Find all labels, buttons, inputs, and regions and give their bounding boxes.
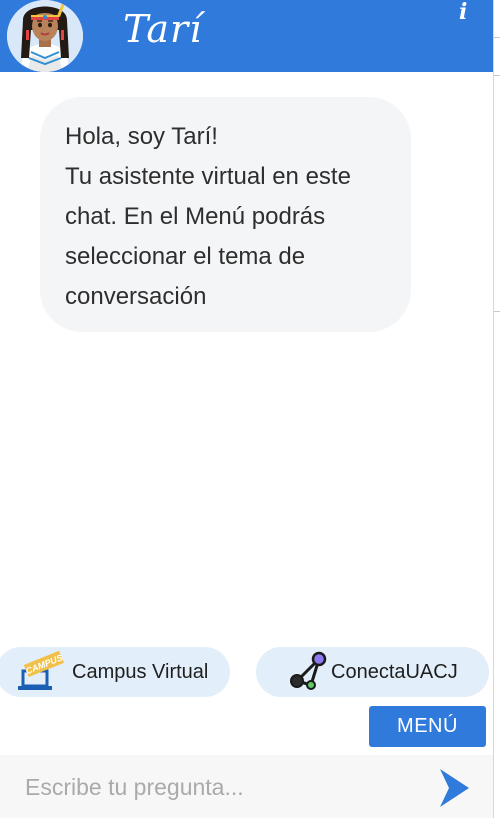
bot-message-bubble: Hola, soy Tarí! Tu asistente virtual en …	[40, 97, 411, 332]
conecta-uacj-label: ConectaUACJ	[331, 661, 458, 683]
campus-virtual-label: Campus Virtual	[72, 661, 209, 683]
chat-header: Tarí i	[0, 0, 493, 72]
message-line: conversación	[65, 283, 207, 310]
woman-avatar-icon	[7, 0, 83, 72]
conecta-uacj-button[interactable]: ConectaUACJ	[256, 647, 489, 697]
bot-name-title: Tarí	[123, 7, 203, 51]
page-edge-divider	[493, 0, 494, 818]
message-composer	[0, 755, 493, 818]
network-nodes-icon	[289, 651, 329, 691]
menu-button[interactable]: MENÚ	[369, 706, 486, 747]
page-edge-tick	[494, 75, 500, 76]
send-button[interactable]	[436, 767, 472, 809]
laptop-campus-icon: CAMPUS	[17, 650, 71, 693]
message-line: seleccionar el tema de	[65, 243, 306, 270]
page-edge-tick	[494, 37, 500, 38]
message-line: Hola, soy Tarí!	[65, 123, 218, 150]
page-edge-tick	[494, 311, 500, 312]
campus-virtual-button[interactable]: CAMPUS Campus Virtual	[0, 647, 230, 697]
info-button[interactable]: i	[459, 1, 473, 23]
message-line: Tu asistente virtual en este	[65, 163, 351, 190]
message-line: chat. En el Menú podrás	[65, 203, 326, 230]
question-input[interactable]	[14, 767, 414, 807]
send-arrow-icon	[440, 769, 469, 807]
chat-window: Tarí i Hola, soy Tarí! Tu asistente virt…	[0, 0, 493, 818]
